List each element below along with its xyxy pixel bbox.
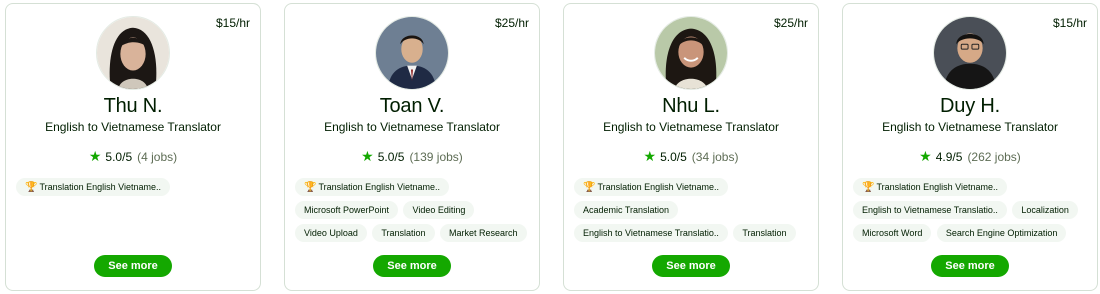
avatar[interactable] [96,16,170,90]
see-more-button[interactable]: See more [652,255,730,277]
trophy-icon: 🏆 [862,182,875,193]
rating: ★ 5.0/5 (34 jobs) [564,148,818,165]
skills-list: 🏆 Translation English Vietname.. Academic… [574,178,812,247]
avatar[interactable] [654,16,728,90]
skill-label: Translation English Vietname.. [876,182,999,192]
hourly-rate: $15/hr [215,16,250,30]
avatar[interactable] [933,16,1007,90]
skill-chip[interactable]: Video Upload [295,224,367,242]
skill-chip[interactable]: English to Vietnamese Translatio.. [574,224,728,242]
skill-label: Translation English Vietname.. [39,182,162,192]
hourly-rate: $25/hr [494,16,529,30]
freelancer-title: English to Vietnamese Translator [324,120,500,134]
see-more-button[interactable]: See more [373,255,451,277]
freelancer-card[interactable]: $25/hr Toan V. English to Vietnamese Tra… [284,3,540,291]
skill-chip-top[interactable]: 🏆 Translation English Vietname.. [574,178,729,196]
jobs-count: (34 jobs) [691,150,739,164]
skill-chip[interactable]: Translation [372,224,435,242]
rating-score: 4.9/5 [935,150,963,164]
avatar-photo [655,17,727,89]
star-icon: ★ [919,148,932,164]
rating-score: 5.0/5 [660,150,687,164]
freelancer-card[interactable]: $25/hr Nhu L. English to Vietnamese Tran… [563,3,819,291]
freelancer-title: English to Vietnamese Translator [45,120,221,134]
hourly-rate: $25/hr [773,16,808,30]
see-more-button[interactable]: See more [94,255,172,277]
rating: ★ 5.0/5 (139 jobs) [285,148,539,165]
rating: ★ 4.9/5 (262 jobs) [843,148,1097,165]
rating-score: 5.0/5 [105,150,133,164]
skill-chip[interactable]: Microsoft PowerPoint [295,201,399,219]
skill-label: Translation English Vietname.. [597,182,720,192]
jobs-count: (139 jobs) [409,150,463,164]
trophy-icon: 🏆 [304,182,317,193]
trophy-icon: 🏆 [583,182,596,193]
jobs-count: (4 jobs) [137,150,178,164]
skill-chip[interactable]: English to Vietnamese Translatio.. [853,201,1007,219]
freelancer-card[interactable]: $15/hr Duy H. English to Vietnamese Tran… [842,3,1098,291]
rating-score: 5.0/5 [377,150,405,164]
avatar-photo [934,17,1006,89]
skill-chip-top[interactable]: 🏆 Translation English Vietname.. [853,178,1008,196]
star-icon: ★ [643,148,657,164]
skill-chip[interactable]: Microsoft Word [853,224,932,242]
rating: ★ 5.0/5 (4 jobs) [6,148,260,165]
freelancer-card-row: $15/hr Thu N. English to Vietnamese Tran… [0,0,1100,294]
skill-chip[interactable]: Video Editing [403,201,475,219]
avatar-photo [97,17,169,89]
skills-list: 🏆 Translation English Vietname.. Microsof… [295,178,533,247]
trophy-icon: 🏆 [25,182,38,193]
freelancer-title: English to Vietnamese Translator [603,120,779,134]
skill-chip-top[interactable]: 🏆 Translation English Vietname.. [16,178,171,196]
freelancer-name: Toan V. [379,95,445,117]
jobs-count: (262 jobs) [967,150,1021,164]
star-icon: ★ [361,148,374,164]
freelancer-name: Nhu L. [662,95,720,117]
skill-chip[interactable]: Search Engine Optimization [936,224,1067,242]
skill-chip[interactable]: Translation [733,224,796,242]
star-icon: ★ [88,148,102,164]
skill-chip-top[interactable]: 🏆 Translation English Vietname.. [295,178,450,196]
skill-chip[interactable]: Localization [1012,201,1078,219]
skill-chip[interactable]: Market Research [439,224,527,242]
avatar-photo [376,17,448,89]
freelancer-name: Duy H. [940,95,1000,117]
skill-label: Translation English Vietname.. [318,182,441,192]
skills-list: 🏆 Translation English Vietname.. English … [853,178,1091,247]
freelancer-name: Thu N. [103,95,163,117]
skills-list: 🏆 Translation English Vietname.. [16,178,254,201]
freelancer-card[interactable]: $15/hr Thu N. English to Vietnamese Tran… [5,3,261,291]
avatar[interactable] [375,16,449,90]
hourly-rate: $15/hr [1052,16,1087,30]
freelancer-title: English to Vietnamese Translator [882,120,1058,134]
skill-chip[interactable]: Academic Translation [574,201,679,219]
see-more-button[interactable]: See more [931,255,1009,277]
